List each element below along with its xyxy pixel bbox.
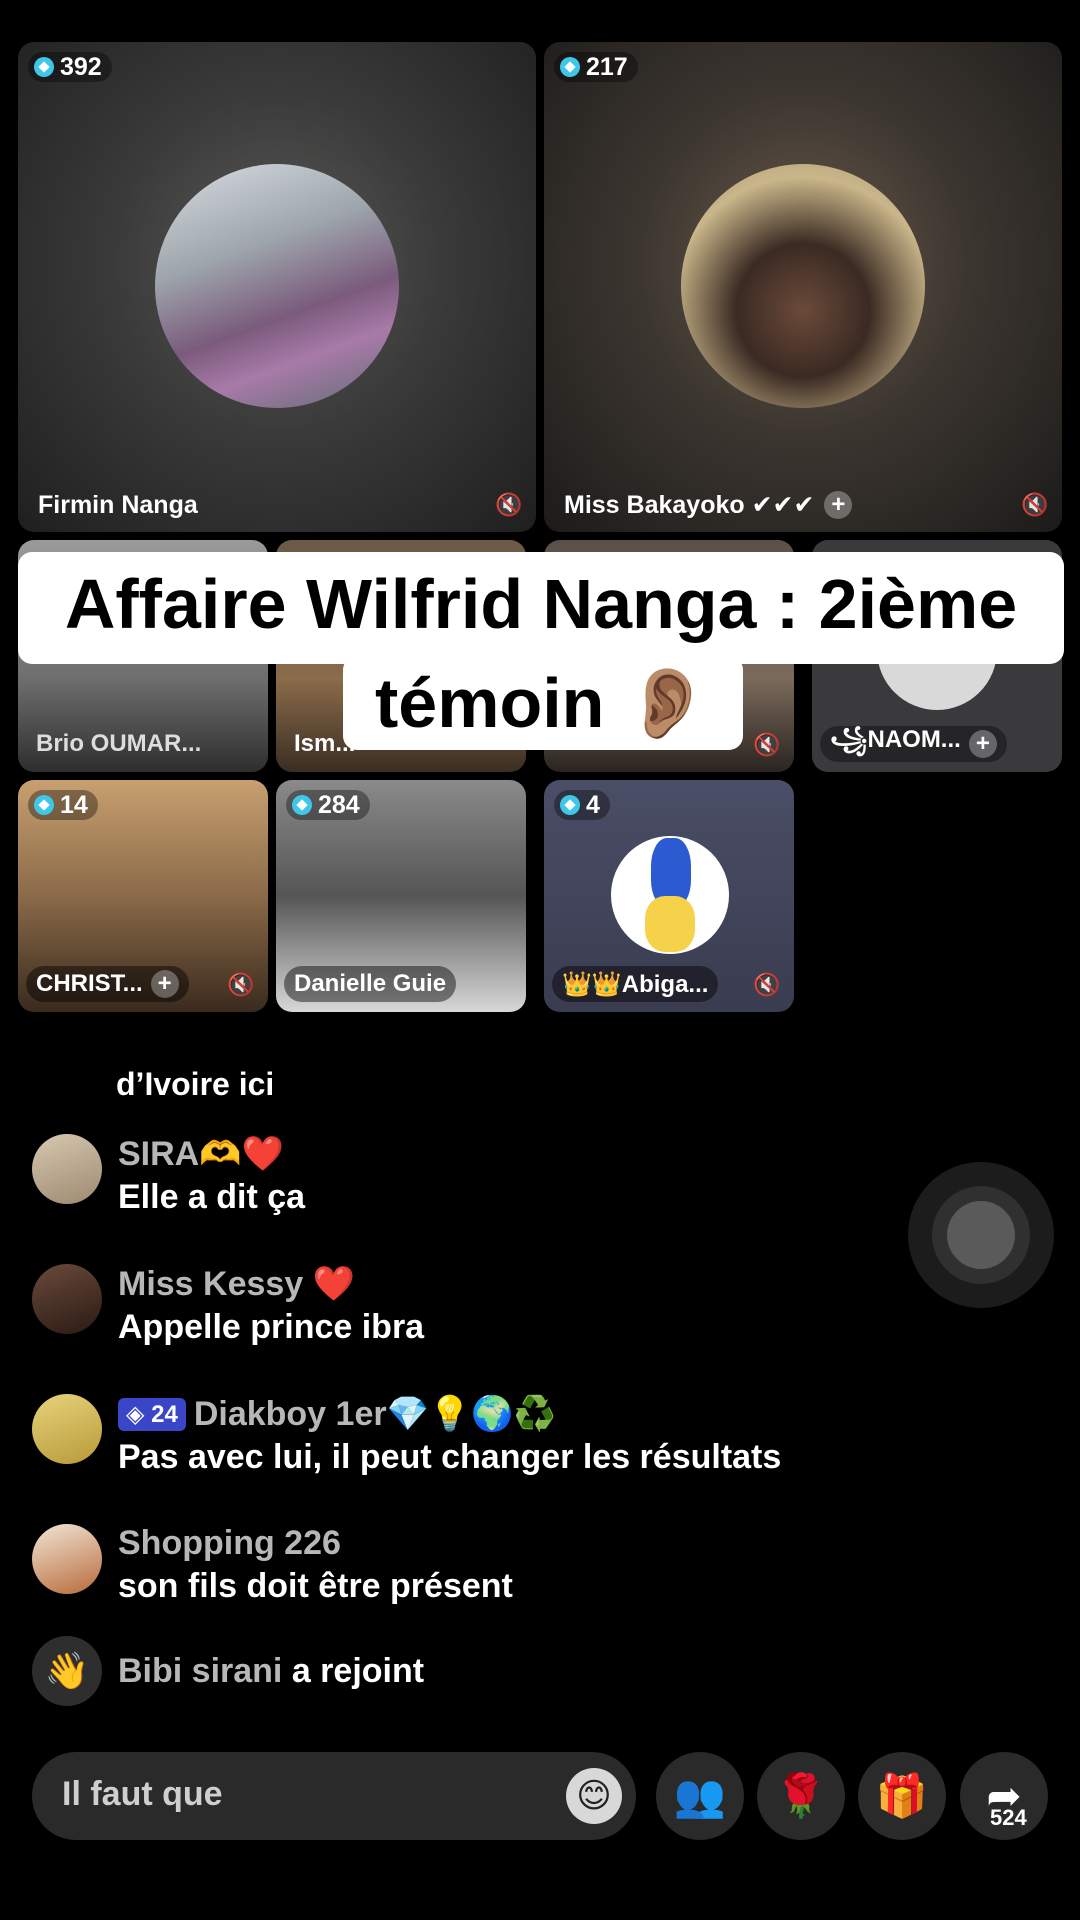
mic-muted-icon: 🔇 bbox=[227, 972, 255, 997]
avatar[interactable] bbox=[32, 1524, 102, 1594]
floating-button-core bbox=[947, 1201, 1015, 1269]
mic-muted-icon: 🔇 bbox=[495, 492, 523, 517]
join-action: a rejoint bbox=[291, 1651, 425, 1690]
chat-partial-text: d’Ivoire ici bbox=[116, 1066, 275, 1102]
guest-name: Brio OUMAR... bbox=[36, 730, 202, 757]
gem-icon bbox=[34, 57, 54, 77]
mic-muted-icon: 🔇 bbox=[753, 732, 781, 757]
guest-name: Danielle Guie bbox=[284, 966, 457, 1002]
gem-icon bbox=[560, 57, 580, 77]
follow-plus-icon[interactable]: + bbox=[968, 730, 997, 758]
title-overlay-line2: témoin 👂🏽 bbox=[374, 664, 712, 742]
gift-button[interactable]: 🎁 bbox=[858, 1752, 946, 1840]
guest-tile-8[interactable]: 284 Danielle Guie bbox=[276, 780, 526, 1012]
guest-avatar bbox=[681, 164, 925, 408]
chat-username[interactable]: ◈ 24 Diakboy 1er💎💡🌍♻️ bbox=[118, 1394, 781, 1434]
chat-text: Appelle prince ibra bbox=[118, 1308, 425, 1346]
chat-text: Elle a dit ça bbox=[118, 1178, 306, 1216]
chat-username[interactable]: Shopping 226 bbox=[118, 1524, 513, 1563]
guest-name: Firmin Nanga bbox=[38, 491, 198, 519]
chat-message[interactable]: SIRA🫶❤️ Elle a dit ça bbox=[32, 1134, 305, 1217]
chat-text: Pas avec lui, il peut changer les résult… bbox=[118, 1438, 782, 1476]
gift-icon: 🎁 bbox=[875, 1772, 929, 1819]
share-count: 524 bbox=[990, 1805, 1027, 1830]
guest-avatar bbox=[155, 164, 399, 408]
comment-input-text[interactable]: Il faut que bbox=[62, 1775, 223, 1814]
rose-gift-button[interactable]: 🌹 bbox=[757, 1752, 845, 1840]
guests-icon: 👥 bbox=[673, 1772, 727, 1819]
viewer-count-badge: 217 bbox=[554, 52, 638, 82]
chat-message[interactable]: ◈ 24 Diakboy 1er💎💡🌍♻️ Pas avec lui, il p… bbox=[32, 1394, 781, 1477]
mic-muted-icon: 🔇 bbox=[753, 972, 781, 997]
chat-message[interactable]: Miss Kessy ❤️ Appelle prince ibra bbox=[32, 1264, 424, 1347]
guest-tile-1[interactable]: 392 Firmin Nanga 🔇 bbox=[18, 42, 536, 532]
chat-text: son fils doit être présent bbox=[118, 1567, 513, 1605]
follow-plus-icon[interactable]: + bbox=[150, 970, 179, 998]
guest-tile-9[interactable]: 4 👑👑Abiga... 🔇 bbox=[544, 780, 794, 1012]
chat-username[interactable]: SIRA🫶❤️ bbox=[118, 1134, 305, 1174]
wave-icon: 👋 bbox=[32, 1636, 102, 1706]
guest-tile-7[interactable]: 14 CHRIST... + 🔇 bbox=[18, 780, 268, 1012]
rose-icon: 🌹 bbox=[774, 1772, 828, 1819]
guest-avatar bbox=[611, 836, 729, 954]
gem-icon bbox=[292, 795, 312, 815]
join-message: 👋 Bibi sirani a rejoint bbox=[32, 1636, 424, 1706]
guests-button[interactable]: 👥 bbox=[656, 1752, 744, 1840]
chat-message[interactable]: Shopping 226 son fils doit être présent bbox=[32, 1524, 513, 1606]
guest-name: Miss Bakayoko ✔✔✔ + bbox=[564, 490, 853, 520]
title-overlay-line1: Affaire Wilfrid Nanga : 2ième bbox=[64, 565, 1018, 643]
guest-name: 👑👑Abiga... bbox=[552, 966, 719, 1002]
join-username[interactable]: Bibi sirani bbox=[118, 1652, 282, 1690]
guest-name: ꧁NAOM... + bbox=[820, 726, 1007, 762]
emoji-icon[interactable]: 😊 bbox=[566, 1768, 622, 1824]
avatar[interactable] bbox=[32, 1264, 102, 1334]
viewer-count-badge: 284 bbox=[286, 790, 370, 820]
guest-tile-2[interactable]: 217 Miss Bakayoko ✔✔✔ + 🔇 bbox=[544, 42, 1062, 532]
gem-icon bbox=[34, 795, 54, 815]
chat-username[interactable]: Miss Kessy ❤️ bbox=[118, 1264, 424, 1304]
level-badge: ◈ 24 bbox=[118, 1397, 186, 1431]
gem-icon bbox=[560, 795, 580, 815]
viewer-count-badge: 14 bbox=[28, 790, 98, 820]
avatar[interactable] bbox=[32, 1134, 102, 1204]
follow-plus-icon[interactable]: + bbox=[824, 491, 853, 519]
mic-muted-icon: 🔇 bbox=[1021, 492, 1049, 517]
viewer-count-badge: 4 bbox=[554, 790, 610, 820]
avatar[interactable] bbox=[32, 1394, 102, 1464]
viewer-count-badge: 392 bbox=[28, 52, 112, 82]
guest-name: CHRIST... + bbox=[26, 966, 189, 1002]
